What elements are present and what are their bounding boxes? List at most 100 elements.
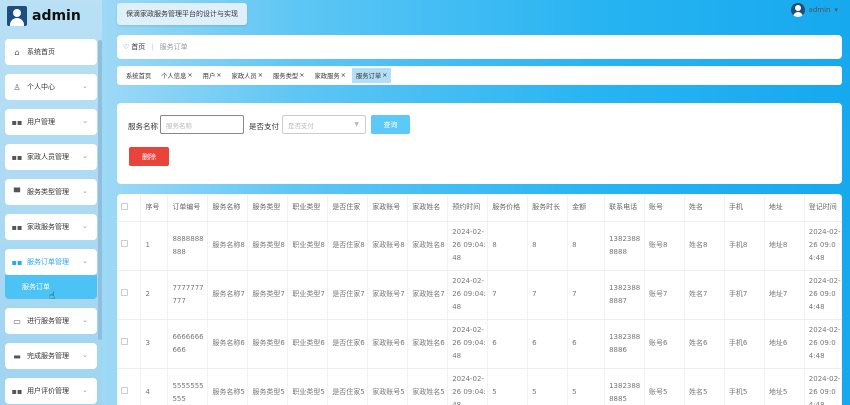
tag-label: 个人信息 — [161, 73, 187, 80]
row-checkbox[interactable] — [121, 289, 128, 296]
table-row[interactable]: 3 6666666666 服务名称6 服务类型6 职业类型6 是否住家6 家政账号6 家政姓名… — [117, 319, 842, 369]
close-icon[interactable]: × — [216, 72, 221, 79]
sidebar-item-7[interactable]: ▪▪ 服务订单管理 ⌄ — [5, 249, 97, 275]
sidebar-item-label: 用户评价管理 — [27, 387, 69, 395]
close-icon[interactable]: × — [299, 72, 304, 79]
table-cell: 8 — [527, 221, 569, 271]
query-button[interactable]: 查询 — [371, 115, 410, 134]
tag-label: 服务订单 — [355, 73, 382, 80]
row-checkbox[interactable] — [121, 338, 128, 345]
table-cell: 家政姓名8 — [407, 221, 449, 271]
table-cell: 家政账号7 — [367, 270, 409, 320]
chevron-down-icon: ▾ — [834, 6, 838, 14]
tag-label: 用户 — [202, 73, 216, 80]
sidebar-item-label: 个人中心 — [27, 83, 55, 91]
row-select-cell — [117, 319, 142, 369]
delete-button[interactable]: 删除 — [129, 147, 169, 166]
chevron-down-icon: ▼ — [354, 121, 359, 128]
table-cell: 家政账号6 — [367, 319, 409, 369]
table-cell: 是否住家6 — [327, 319, 369, 369]
row-checkbox[interactable] — [121, 387, 128, 394]
table-cell: 7 — [567, 270, 606, 320]
table-cell: 13823888886 — [604, 319, 646, 369]
table-cell: 是否住家7 — [327, 270, 369, 320]
table-cell: 3 — [140, 319, 169, 369]
table-cell: 2024-02-26 09:04:48 — [447, 221, 489, 271]
sidebar-item-4[interactable]: ▪▪ 家政人员管理 ⌄ — [5, 144, 97, 170]
service-name-input[interactable]: 服务名称 — [160, 115, 244, 134]
close-icon[interactable]: × — [341, 72, 346, 79]
close-icon[interactable]: × — [258, 72, 263, 79]
row-checkbox[interactable] — [121, 240, 128, 247]
system-title: 保滴家政服务管理平台的设计与实现 — [117, 3, 247, 25]
table-cell: 家政姓名7 — [407, 270, 449, 320]
chevron-down-icon: ⌄ — [82, 117, 88, 125]
table-cell: 姓名5 — [684, 368, 725, 405]
table-cell: 地址8 — [764, 221, 805, 271]
column-header: 服务时长 — [527, 194, 569, 222]
sidebar-item-2[interactable]: ♙ 个人中心 ⌄ — [5, 74, 97, 100]
sidebar-item-5[interactable]: ▀ 服务类型管理 ⌄ — [5, 179, 97, 205]
tag-6[interactable]: 家政服务 × — [310, 68, 349, 83]
home-icon: ⌂ — [14, 47, 20, 57]
table-cell: 姓名8 — [684, 221, 725, 271]
table-cell: 手机5 — [724, 368, 765, 405]
table-header-row: 序号 订单编号 服务名称 服务类型 职业类型 是否住家 家政账号 家政姓名 预约时间 服务价格 服务… — [117, 194, 842, 222]
table-row[interactable]: 2 7777777777 服务名称7 服务类型7 职业类型7 是否住家7 家政账号7 家政姓名… — [117, 270, 842, 320]
table-cell: 2024-02-26 09:04:48 — [447, 270, 489, 320]
tag-3[interactable]: 用户 × — [199, 68, 226, 83]
tag-1[interactable]: 系统首页 — [122, 68, 155, 83]
tag-7[interactable]: 服务订单 × — [351, 68, 392, 83]
chevron-down-icon: ⌄ — [82, 386, 88, 394]
chevron-down-icon: ⌄ — [82, 152, 88, 160]
sidebar-item-8[interactable]: ▭ 进行服务管理 ⌄ — [5, 308, 97, 334]
breadcrumb-separator: | — [151, 43, 154, 51]
table-cell: 13823888885 — [604, 368, 646, 405]
sidebar-item-1[interactable]: ⌂ 系统首页 — [5, 39, 97, 65]
sidebar-item-label: 进行服务管理 — [27, 317, 69, 325]
table-cell: 账号5 — [644, 368, 685, 405]
column-header: 家政姓名 — [407, 194, 449, 222]
paid-select-placeholder: 是否支付 — [288, 121, 314, 130]
close-icon[interactable]: × — [382, 72, 387, 79]
column-header: 订单编号 — [167, 194, 209, 222]
paid-select[interactable]: 是否支付 ▼ — [282, 115, 366, 134]
tag-4[interactable]: 家政人员 × — [228, 68, 267, 83]
sidebar-item-label: 用户管理 — [27, 118, 55, 126]
table-cell: 4 — [140, 368, 169, 405]
logo-text: admin — [32, 8, 81, 24]
table-cell: 1 — [140, 221, 169, 271]
tag-5[interactable]: 服务类型 × — [269, 68, 308, 83]
column-header: 序号 — [140, 194, 169, 222]
sidebar-item-9[interactable]: ▬ 完成服务管理 ⌄ — [5, 343, 97, 369]
chevron-down-icon: ⌄ — [82, 316, 88, 324]
table-cell: 6 — [487, 319, 529, 369]
sidebar-item-3[interactable]: ▪▪ 用户管理 ⌄ — [5, 109, 97, 135]
mouse-cursor-icon: ☝ — [49, 291, 56, 302]
sidebar-item-6[interactable]: ▪▪ 家政服务管理 ⌄ — [5, 214, 97, 240]
paid-label: 是否支付 — [249, 122, 279, 131]
tag-label: 系统首页 — [126, 73, 152, 80]
sidebar-item-label: 系统首页 — [27, 48, 55, 56]
table-cell: 服务类型8 — [247, 221, 289, 271]
tag-2[interactable]: 个人信息 × — [157, 68, 196, 83]
table-cell: 家政姓名5 — [407, 368, 449, 405]
table-cell: 职业类型8 — [287, 221, 329, 271]
table-cell: 2024-02-26 09:04:48 — [447, 368, 489, 405]
table-cell: 职业类型5 — [287, 368, 329, 405]
table-cell: 账号6 — [644, 319, 685, 369]
select-all-checkbox[interactable] — [121, 202, 128, 210]
sidebar-item-label: 完成服务管理 — [27, 352, 69, 360]
column-header: 是否住家 — [327, 194, 369, 222]
user-icon: ♙ — [13, 82, 21, 92]
sidebar-item-label: 服务类型管理 — [27, 188, 69, 196]
grid-icon: ▪▪ — [11, 257, 23, 267]
user-menu[interactable]: admin ▾ — [790, 3, 838, 17]
table-cell: 13823888887 — [604, 270, 646, 320]
table-row[interactable]: 1 8888888888 服务名称8 服务类型8 职业类型8 是否住家8 家政账号8 家政姓名… — [117, 221, 842, 271]
sidebar-scrollbar[interactable] — [98, 40, 102, 340]
sidebar-item-10[interactable]: ▪▪ 用户评价管理 ⌄ — [5, 378, 97, 404]
close-icon[interactable]: × — [187, 72, 192, 79]
table-row[interactable]: 4 5555555555 服务名称5 服务类型5 职业类型5 是否住家5 家政账号5 家政姓名… — [117, 368, 842, 405]
breadcrumb-home[interactable]: 首页 — [131, 42, 145, 52]
